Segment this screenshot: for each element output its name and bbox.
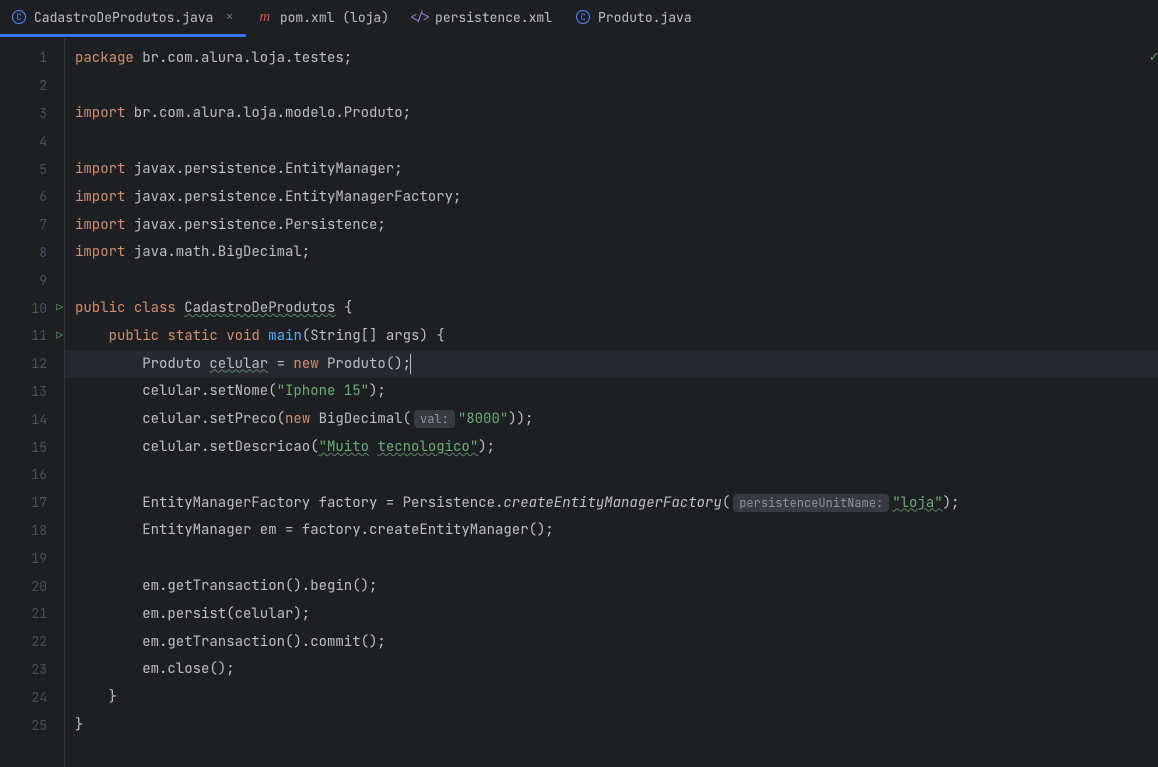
line-number-row[interactable]: 14 <box>0 405 65 433</box>
tab-persistence[interactable]: </> persistence.xml <box>401 0 564 37</box>
code-line[interactable]: } <box>65 683 1158 711</box>
line-number-row[interactable]: 20 <box>0 572 65 600</box>
line-number: 17 <box>31 494 47 511</box>
run-icon[interactable]: ▷ <box>56 301 63 315</box>
line-number-row[interactable]: 8 <box>0 239 65 267</box>
line-number: 13 <box>31 383 47 400</box>
line-number-row[interactable]: 7 <box>0 211 65 239</box>
code-line[interactable]: EntityManagerFactory factory = Persisten… <box>65 489 1158 517</box>
line-number: 6 <box>39 188 47 205</box>
line-number-row[interactable]: 6 <box>0 183 65 211</box>
line-number: 20 <box>31 578 47 595</box>
line-number: 1 <box>39 49 47 66</box>
line-number: 11 <box>31 327 47 344</box>
tab-label: pom.xml (loja) <box>280 9 389 26</box>
code-line[interactable]: } <box>65 711 1158 739</box>
code-line[interactable]: package br.com.alura.loja.testes; <box>65 44 1158 72</box>
line-number: 14 <box>31 411 47 428</box>
line-number-row[interactable]: 12 <box>0 350 65 378</box>
maven-icon: m <box>258 10 272 24</box>
parameter-hint: val: <box>414 410 455 428</box>
code-line[interactable]: import javax.persistence.EntityManager; <box>65 155 1158 183</box>
line-number-row[interactable]: 10 ▷ <box>0 294 65 322</box>
tab-bar: C CadastroDeProdutos.java × m pom.xml (l… <box>0 0 1158 38</box>
line-number-row[interactable]: 16 <box>0 461 65 489</box>
tab-cadastro[interactable]: C CadastroDeProdutos.java × <box>0 0 246 37</box>
line-number-row[interactable]: 23 <box>0 656 65 684</box>
code-line[interactable]: em.close(); <box>65 656 1158 684</box>
line-number: 15 <box>31 439 47 456</box>
line-number: 4 <box>39 133 47 150</box>
line-number-row[interactable]: 18 <box>0 517 65 545</box>
line-number: 5 <box>39 161 47 178</box>
line-number-row[interactable]: 4 <box>0 127 65 155</box>
code-line[interactable]: public class CadastroDeProdutos { <box>65 294 1158 322</box>
line-number: 9 <box>39 272 47 289</box>
line-number-row[interactable]: 25 <box>0 711 65 739</box>
line-number-row[interactable]: 1 <box>0 44 65 72</box>
code-line[interactable]: import java.math.BigDecimal; <box>65 239 1158 267</box>
line-number: 18 <box>31 522 47 539</box>
line-number-row[interactable]: 13 <box>0 378 65 406</box>
code-line[interactable]: public static void main(String[] args) { <box>65 322 1158 350</box>
code-line[interactable]: em.getTransaction().begin(); <box>65 572 1158 600</box>
tab-label: CadastroDeProdutos.java <box>34 9 213 26</box>
line-number-row[interactable]: 24 <box>0 683 65 711</box>
run-icon[interactable]: ▷ <box>56 329 63 343</box>
line-number-row[interactable]: 21 <box>0 600 65 628</box>
tab-label: persistence.xml <box>435 9 552 26</box>
text-cursor <box>410 354 411 374</box>
tab-produto[interactable]: C Produto.java <box>564 0 704 37</box>
xml-icon: </> <box>413 10 427 24</box>
code-line[interactable]: celular.setNome("Iphone 15"); <box>65 378 1158 406</box>
line-number: 25 <box>31 717 47 734</box>
line-number: 23 <box>31 661 47 678</box>
line-number-row[interactable]: 22 <box>0 628 65 656</box>
line-number: 16 <box>31 466 47 483</box>
line-number: 3 <box>39 105 47 122</box>
java-class-icon: C <box>576 10 590 24</box>
line-number-row[interactable]: 11 ▷ <box>0 322 65 350</box>
code-line[interactable]: celular.setDescricao("Muito tecnologico"… <box>65 433 1158 461</box>
line-number: 22 <box>31 633 47 650</box>
line-number: 2 <box>39 77 47 94</box>
line-number: 21 <box>31 605 47 622</box>
code-line[interactable]: em.getTransaction().commit(); <box>65 628 1158 656</box>
code-line[interactable] <box>65 266 1158 294</box>
line-number-row[interactable]: 5 <box>0 155 65 183</box>
line-number: 8 <box>39 244 47 261</box>
line-number: 10 <box>31 300 47 317</box>
parameter-hint: persistenceUnitName: <box>733 494 889 512</box>
line-number: 12 <box>31 355 47 372</box>
code-line[interactable]: celular.setPreco(new BigDecimal(val:"800… <box>65 405 1158 433</box>
code-line[interactable]: EntityManager em = factory.createEntityM… <box>65 517 1158 545</box>
code-line[interactable]: import javax.persistence.EntityManagerFa… <box>65 183 1158 211</box>
line-number-row[interactable]: 15 <box>0 433 65 461</box>
code-line[interactable]: import br.com.alura.loja.modelo.Produto; <box>65 100 1158 128</box>
code-line[interactable]: import javax.persistence.Persistence; <box>65 211 1158 239</box>
code-line[interactable]: Produto celular = new Produto(); <box>65 350 1158 378</box>
tab-pom[interactable]: m pom.xml (loja) <box>246 0 401 37</box>
code-line[interactable] <box>65 461 1158 489</box>
code-area[interactable]: ✓ package br.com.alura.loja.testes; impo… <box>65 38 1158 767</box>
close-icon[interactable]: × <box>225 8 233 26</box>
code-line[interactable] <box>65 544 1158 572</box>
code-line[interactable]: em.persist(celular); <box>65 600 1158 628</box>
line-number: 7 <box>39 216 47 233</box>
code-line[interactable] <box>65 127 1158 155</box>
gutter: 12345678910▷11▷1213141516171819202122232… <box>0 38 65 767</box>
code-line[interactable] <box>65 72 1158 100</box>
line-number-row[interactable]: 17 <box>0 489 65 517</box>
editor: 12345678910▷11▷1213141516171819202122232… <box>0 38 1158 767</box>
line-number-row[interactable]: 3 <box>0 100 65 128</box>
tab-label: Produto.java <box>598 9 692 26</box>
line-number-row[interactable]: 19 <box>0 544 65 572</box>
line-number: 19 <box>31 550 47 567</box>
line-number-row[interactable]: 2 <box>0 72 65 100</box>
line-number-row[interactable]: 9 <box>0 266 65 294</box>
java-class-icon: C <box>12 10 26 24</box>
line-number: 24 <box>31 689 47 706</box>
